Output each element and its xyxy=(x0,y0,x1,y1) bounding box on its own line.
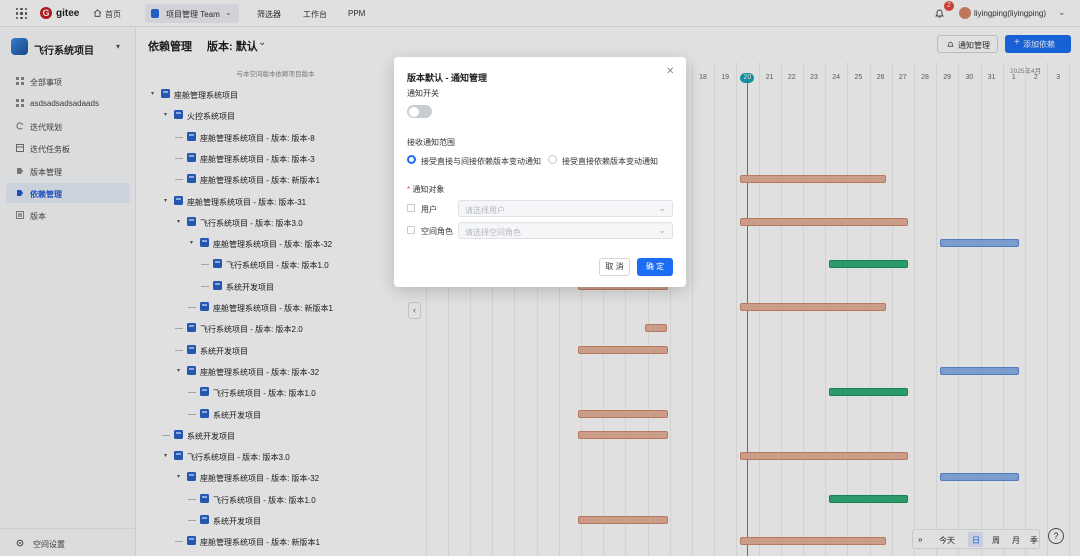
scope-option-label[interactable]: 接受直接与间接依赖版本变动通知 xyxy=(421,156,541,167)
confirm-button[interactable]: 确 定 xyxy=(637,258,673,276)
role-checkbox[interactable] xyxy=(407,226,415,234)
chevron-down-icon: ⌄ xyxy=(658,203,666,213)
scope-radio-indirect[interactable] xyxy=(407,155,416,164)
target-label-text: 通知对象 xyxy=(412,185,445,194)
user-select-placeholder: 请选择用户 xyxy=(465,206,505,215)
notify-management-dialog: 版本默认 - 通知管理 ✕ 通知开关 接收通知范围 接受直接与间接依赖版本变动通… xyxy=(394,57,686,287)
toggle-knob xyxy=(408,106,419,117)
scope-option-label[interactable]: 接受直接依赖版本变动通知 xyxy=(562,156,658,167)
dialog-title: 版本默认 - 通知管理 xyxy=(407,73,487,83)
cancel-button[interactable]: 取 消 xyxy=(599,258,630,276)
role-label: 空间角色 xyxy=(421,227,453,236)
user-checkbox[interactable] xyxy=(407,204,415,212)
role-select[interactable]: 请选择空间角色 ⌄ xyxy=(458,222,673,239)
user-select[interactable]: 请选择用户 ⌄ xyxy=(458,200,673,217)
notify-toggle[interactable] xyxy=(407,105,432,118)
role-select-placeholder: 请选择空间角色 xyxy=(465,228,521,237)
scope-label: 接收通知范围 xyxy=(407,138,455,147)
switch-label: 通知开关 xyxy=(407,89,439,98)
scope-radio-direct[interactable] xyxy=(548,155,557,164)
chevron-down-icon: ⌄ xyxy=(658,225,666,235)
required-mark: * xyxy=(407,185,411,194)
close-icon[interactable]: ✕ xyxy=(666,66,674,77)
target-label: * 通知对象 xyxy=(407,184,444,195)
user-label: 用户 xyxy=(421,205,437,214)
